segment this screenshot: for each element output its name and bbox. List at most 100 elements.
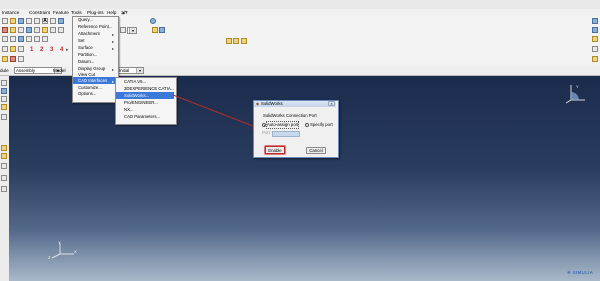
view-compass-icon[interactable]: Y <box>563 80 589 104</box>
svg-text:X: X <box>74 249 77 254</box>
toolbox-rotate-icon[interactable] <box>1 104 7 110</box>
magnify-icon[interactable] <box>58 27 64 33</box>
box-zoom-icon[interactable] <box>34 27 40 33</box>
auto-assign-label[interactable]: Auto-assign port <box>265 121 300 129</box>
simulia-logo: ✳ SIMULIA <box>567 270 594 275</box>
auto-fit-icon[interactable] <box>42 27 48 33</box>
instance-merge-icon[interactable] <box>241 38 247 44</box>
menu-instance[interactable]: Instance <box>2 9 19 16</box>
port-label: Port: <box>262 130 272 135</box>
menu-plugins[interactable]: Plug-ins <box>87 9 104 16</box>
tree-icon-b[interactable] <box>159 27 165 33</box>
open-folder-icon[interactable] <box>10 18 16 24</box>
right-toolbar-icon-d[interactable] <box>592 46 598 52</box>
rotate-icon[interactable] <box>10 27 16 33</box>
dialog-close-button[interactable]: × <box>328 101 335 106</box>
toolbox-partition-icon[interactable] <box>1 163 7 169</box>
cad-submenu-item[interactable]: SolidWorks... <box>124 93 149 99</box>
render-icon[interactable] <box>2 46 8 52</box>
draw-icon[interactable] <box>50 18 56 24</box>
port-input[interactable] <box>272 131 300 137</box>
instance-copy-icon[interactable] <box>226 38 232 44</box>
cad-submenu-item[interactable]: NX... <box>124 107 134 113</box>
auto-assign-radio[interactable] <box>262 123 266 127</box>
toolbar-dropdown[interactable]: ▾ <box>127 27 137 34</box>
right-toolbar-icon-e[interactable] <box>592 56 598 62</box>
instance-pattern-icon[interactable] <box>233 38 239 44</box>
help-pointer-icon[interactable]: ⇲? <box>121 9 128 16</box>
step-number-4: 4 <box>60 47 64 53</box>
toolbox-translate-icon[interactable] <box>1 96 7 102</box>
cad-submenu-item[interactable]: CAD Parameters... <box>124 114 160 120</box>
menu-help[interactable]: Help <box>107 9 116 16</box>
instance-icon[interactable] <box>18 56 24 62</box>
more-arrow-icon[interactable]: ▸ <box>66 47 69 53</box>
translate-icon[interactable] <box>2 56 8 62</box>
info-icon[interactable] <box>150 18 156 24</box>
toolbox-datum-icon[interactable] <box>1 153 7 159</box>
svg-text:Y: Y <box>576 84 579 89</box>
step-number-1: 1 <box>30 47 34 53</box>
zoom-icon[interactable] <box>26 27 32 33</box>
specify-port-label[interactable]: Specify port <box>310 122 333 128</box>
cad-submenu-item[interactable]: Pro/ENGINEER... <box>124 100 158 106</box>
toolbox-instance-icon[interactable] <box>1 80 7 86</box>
tools-menu-item[interactable]: Datum... <box>78 59 94 65</box>
tools-menu-item[interactable]: Set <box>78 38 84 44</box>
query-icon[interactable] <box>2 27 8 33</box>
toolbox-csys-icon[interactable] <box>1 186 7 192</box>
menu-feature[interactable]: Feature <box>53 9 69 16</box>
view-bottom-icon[interactable] <box>42 36 48 42</box>
wireframe-icon[interactable] <box>18 46 24 52</box>
constraint-icon[interactable] <box>10 56 16 62</box>
tools-menu-item[interactable]: Reference Point... <box>78 24 112 30</box>
cancel-button[interactable]: Cancel <box>306 147 326 154</box>
dialog-heading: SolidWorks Connection Port <box>263 113 317 118</box>
right-toolbar-icon-a[interactable] <box>592 18 598 24</box>
submenu-arrow-icon: ▸ <box>112 33 114 37</box>
menu-tools[interactable]: Tools <box>71 9 82 16</box>
right-toolbar-icon-c[interactable] <box>592 36 598 42</box>
tree-icon-a[interactable] <box>152 27 158 33</box>
specify-port-radio[interactable] <box>305 123 309 127</box>
toolbox-merge-icon[interactable] <box>1 145 7 151</box>
cad-submenu-item[interactable]: 3DEXPERIENCE CATIA... <box>124 86 174 92</box>
submenu-arrow-icon: ▸ <box>112 47 114 51</box>
right-toolbar-icon-b[interactable] <box>592 27 598 33</box>
save-icon[interactable] <box>18 18 24 24</box>
enable-button[interactable]: Enable <box>265 146 285 154</box>
tools-menu-item[interactable]: Options... <box>78 91 96 97</box>
view-back-icon[interactable] <box>10 36 16 42</box>
tools-menu-item[interactable]: Surface <box>78 45 93 51</box>
tools-menu-item[interactable]: Attachment <box>78 31 100 37</box>
step-combo[interactable]: Initial ▾ <box>117 67 144 74</box>
view-front-icon[interactable] <box>2 36 8 42</box>
step-combo-value: Initial <box>119 68 130 73</box>
pan-icon[interactable] <box>18 27 24 33</box>
view-iso-icon[interactable] <box>18 36 24 42</box>
step-number-3: 3 <box>50 47 54 53</box>
toolbox-set-icon[interactable] <box>1 175 7 181</box>
menu-constraint[interactable]: Constraint <box>29 9 50 16</box>
view-top-icon[interactable] <box>26 36 32 42</box>
dialog-app-icon: ◆ <box>256 101 260 106</box>
toolbox-linear-pattern-icon[interactable] <box>1 88 7 94</box>
select-arrow-icon[interactable] <box>34 18 40 24</box>
toolbar-small-icon[interactable] <box>120 27 126 33</box>
svg-text:Y: Y <box>58 240 61 245</box>
cad-submenu-item[interactable]: CATIA V5... <box>124 79 146 85</box>
new-file-icon[interactable] <box>2 18 8 24</box>
toolbox-constraint-icon[interactable] <box>1 114 7 120</box>
view-side-icon[interactable] <box>34 36 40 42</box>
print-icon[interactable] <box>26 18 32 24</box>
tools-menu-item[interactable]: Partition... <box>78 52 97 58</box>
close-icon: × <box>330 101 333 106</box>
axis-triad-icon: Y X Z <box>48 240 77 260</box>
tools-menu-item[interactable]: CAD Interfaces <box>78 78 107 84</box>
tools-menu-item[interactable]: Query... <box>78 17 93 23</box>
display-icon[interactable] <box>58 18 64 24</box>
text-annotation-icon[interactable]: A <box>42 18 48 24</box>
cycle-views-icon[interactable] <box>50 27 56 33</box>
shaded-icon[interactable] <box>10 46 16 52</box>
dialog-title: SolidWorks <box>261 101 283 106</box>
